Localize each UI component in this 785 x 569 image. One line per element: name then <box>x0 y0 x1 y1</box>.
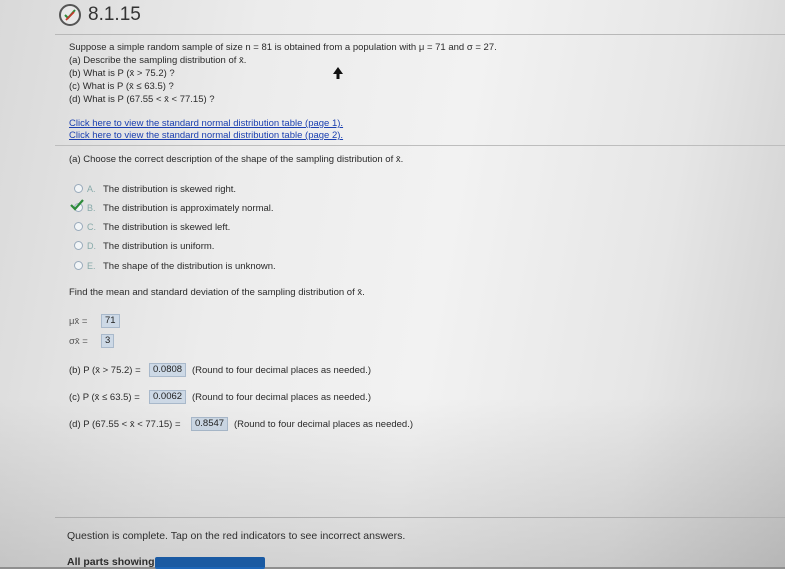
option-b-letter: B. <box>87 203 96 213</box>
part-d-answer-box[interactable]: 0.8547 <box>191 417 229 431</box>
mean-label: μx̄ = <box>69 316 88 327</box>
option-a-radio[interactable] <box>74 184 83 193</box>
option-c-text[interactable]: The distribution is skewed left. <box>103 221 230 234</box>
normal-table-link-page-2[interactable]: Click here to view the standard normal d… <box>69 129 343 142</box>
question-text: Suppose a simple random sample of size n… <box>69 42 497 53</box>
question-part-d: (d) What is P (67.55 < x̄ < 77.15) ? <box>69 94 215 105</box>
sd-answer-box[interactable]: 3 <box>101 334 115 348</box>
option-a-text[interactable]: The distribution is skewed right. <box>103 183 236 196</box>
part-c-answer-box[interactable]: 0.0062 <box>149 390 187 404</box>
option-c-letter: C. <box>87 222 96 232</box>
part-a-prompt: (a) Choose the correct description of th… <box>69 154 404 165</box>
mean-answer-box[interactable]: 71 <box>101 314 120 328</box>
option-c-radio[interactable] <box>74 222 83 231</box>
pointer-cursor-icon <box>333 67 343 79</box>
question-part-c: (c) What is P (x̄ ≤ 63.5) ? <box>69 81 174 92</box>
option-e-text[interactable]: The shape of the distribution is unknown… <box>103 260 276 273</box>
part-b-round-note: (Round to four decimal places as needed.… <box>192 365 372 376</box>
part-b-answer-box[interactable]: 0.0808 <box>149 363 187 377</box>
divider <box>55 145 785 146</box>
option-d-letter: D. <box>87 241 96 251</box>
question-number: 8.1.15 <box>88 4 141 25</box>
question-part-b: (b) What is P (x̄ > 75.2) ? <box>69 68 175 79</box>
option-e-letter: E. <box>87 261 96 271</box>
sd-label: σx̄ = <box>69 336 88 347</box>
option-d-text[interactable]: The distribution is uniform. <box>103 240 214 253</box>
question-header: 8.1.15 <box>55 0 785 35</box>
mean-sd-prompt: Find the mean and standard deviation of … <box>69 287 365 298</box>
check-icon <box>70 199 84 211</box>
part-c-label: (c) P (x̄ ≤ 63.5) = <box>69 392 140 403</box>
part-c-round-note: (Round to four decimal places as needed.… <box>192 392 372 403</box>
option-d-radio[interactable] <box>74 241 83 250</box>
page: 8.1.15 Suppose a simple random sample of… <box>0 0 785 569</box>
option-a-letter: A. <box>87 184 96 194</box>
question-part-a: (a) Describe the sampling distribution o… <box>69 55 247 66</box>
divider <box>55 517 785 518</box>
all-parts-showing-label: All parts showing <box>67 556 155 568</box>
part-b-label: (b) P (x̄ > 75.2) = <box>69 365 141 376</box>
status-message: Question is complete. Tap on the red ind… <box>67 530 406 542</box>
partial-credit-icon <box>59 4 81 26</box>
footer-button[interactable] <box>155 557 265 569</box>
option-b-text[interactable]: The distribution is approximately normal… <box>103 202 274 215</box>
part-d-round-note: (Round to four decimal places as needed.… <box>234 419 414 430</box>
part-d-label: (d) P (67.55 < x̄ < 77.15) = <box>69 419 181 430</box>
option-e-radio[interactable] <box>74 261 83 270</box>
